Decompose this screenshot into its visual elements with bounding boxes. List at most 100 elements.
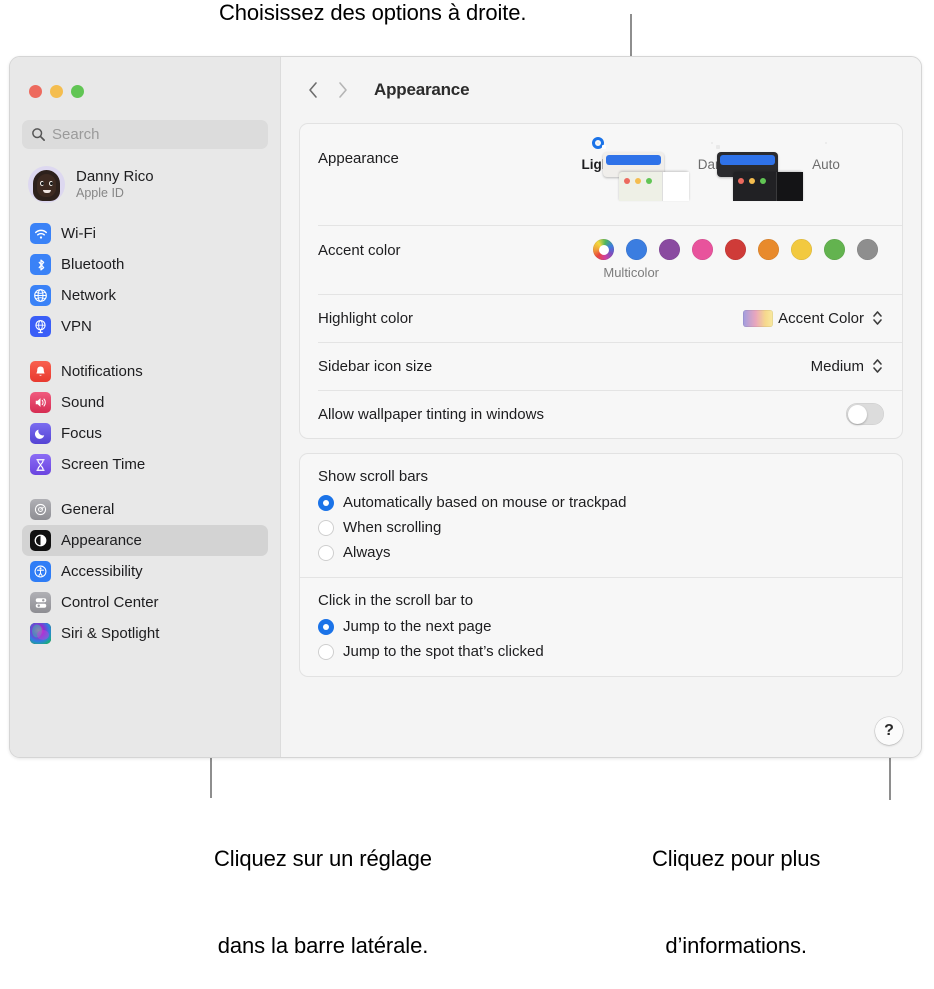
accent-swatch-graphite[interactable] [857,239,878,260]
close-button[interactable] [29,85,42,98]
callout-top-text: Choisissez des options à droite. [219,0,527,25]
accent-color-caption: Multicolor [603,265,659,280]
chevron-updown-icon [870,308,884,328]
show-scroll-bars-section: Show scroll bars Automatically based on … [300,454,902,577]
sidebar-group-network: Wi-Fi Bluetooth Network VPN [10,218,280,342]
sidebar-item-label: General [61,501,115,518]
callout-help-line2: d’informations. [665,933,807,958]
avatar [28,166,65,203]
accessibility-icon [30,561,51,582]
radio-button[interactable] [318,519,334,536]
sidebar-item-screen-time[interactable]: Screen Time [22,449,268,480]
sidebar-item-label: Focus [61,425,102,442]
chevron-right-icon[interactable] [329,77,355,103]
sidebar-item-label: VPN [61,318,92,335]
radio-option-when-scrolling[interactable]: When scrolling [318,515,884,540]
gear-icon [30,499,51,520]
appearance-option-auto[interactable]: Auto [776,136,876,172]
sidebar: Search Danny Rico Apple ID Wi-Fi Bluetoo… [10,57,281,757]
accent-swatch-blue[interactable] [626,239,647,260]
appearance-option-dark[interactable]: Dark [662,136,803,201]
chevron-left-icon[interactable] [300,77,326,103]
appearance-settings-card: Appearance Light Dark Auto Accent color … [299,123,903,439]
sidebar-item-focus[interactable]: Focus [22,418,268,449]
accent-swatch-orange[interactable] [758,239,779,260]
page-title: Appearance [374,80,470,99]
radio-option-spot-clicked[interactable]: Jump to the spot that’s clicked [318,639,884,664]
minimize-button[interactable] [50,85,63,98]
appearance-option-label: Auto [812,157,840,172]
sidebar-item-notifications[interactable]: Notifications [22,356,268,387]
accent-swatch-purple[interactable] [659,239,680,260]
sidebar-item-general[interactable]: General [22,494,268,525]
radio-label: Jump to the spot that’s clicked [343,643,544,660]
accent-swatch-pink[interactable] [692,239,713,260]
search-input[interactable]: Search [22,120,268,149]
sidebar-item-label: Sound [61,394,105,411]
zoom-button[interactable] [71,85,84,98]
wallpaper-tinting-label: Allow wallpaper tinting in windows [318,405,544,423]
account-row[interactable]: Danny Rico Apple ID [22,163,268,206]
callout-help-text: Cliquez pour plus d’informations. [652,786,820,989]
sidebar-item-label: Network [61,287,117,304]
highlight-color-row: Highlight color Accent Color [300,294,902,342]
radio-option-always[interactable]: Always [318,540,884,565]
radio-button[interactable] [318,643,334,660]
show-scroll-bars-title: Show scroll bars [318,468,429,485]
appearance-row: Appearance Light Dark Auto [300,124,902,225]
highlight-color-popup[interactable]: Accent Color [743,308,884,328]
sidebar-item-sound[interactable]: Sound [22,387,268,418]
radio-option-automatic[interactable]: Automatically based on mouse or trackpad [318,490,884,515]
radio-option-next-page[interactable]: Jump to the next page [318,614,884,639]
hourglass-icon [30,454,51,475]
system-settings-window: Search Danny Rico Apple ID Wi-Fi Bluetoo… [9,56,922,758]
radio-button[interactable] [318,618,334,635]
sidebar-item-network[interactable]: Network [22,280,268,311]
sidebar-item-control-center[interactable]: Control Center [22,587,268,618]
appearance-option-light[interactable]: Light [548,136,689,201]
account-subtitle: Apple ID [76,186,124,200]
scroll-bars-card: Show scroll bars Automatically based on … [299,453,903,677]
main-content: Appearance Appearance Light Dark Auto Ac… [281,57,921,757]
sidebar-item-siri-spotlight[interactable]: Siri & Spotlight [22,618,268,649]
sidebar-item-appearance[interactable]: Appearance [22,525,268,556]
toolbar: Appearance [281,57,921,123]
sidebar-item-vpn[interactable]: VPN [22,311,268,342]
account-name: Danny Rico [76,168,154,185]
accent-swatch-red[interactable] [725,239,746,260]
window-controls [29,85,84,98]
accent-swatch-green[interactable] [824,239,845,260]
radio-button[interactable] [318,494,334,511]
sidebar-item-label: Screen Time [61,456,146,473]
vpn-globe-icon [30,316,51,337]
wifi-icon [30,223,51,244]
sidebar-item-bluetooth[interactable]: Bluetooth [22,249,268,280]
scroll-bar-click-section: Click in the scroll bar to Jump to the n… [300,577,902,676]
sidebar-item-accessibility[interactable]: Accessibility [22,556,268,587]
sidebar-item-label: Bluetooth [61,256,125,273]
sidebar-group-system: Notifications Sound Focus Screen Time [10,356,280,480]
callout-sidebar-line2: dans la barre latérale. [217,933,429,958]
highlight-color-label: Highlight color [318,309,414,327]
help-button[interactable]: ? [875,717,903,745]
wallpaper-tinting-toggle[interactable] [846,403,884,425]
sidebar-icon-size-row: Sidebar icon size Medium [300,342,902,390]
wallpaper-tinting-row: Allow wallpaper tinting in windows [300,390,902,438]
speaker-icon [30,392,51,413]
appearance-icon [30,530,51,551]
accent-swatch-yellow[interactable] [791,239,812,260]
accent-gradient-swatch [743,309,774,327]
sidebar-icon-size-label: Sidebar icon size [318,357,433,375]
sidebar-icon-size-popup[interactable]: Medium [811,356,884,376]
sidebar-item-label: Notifications [61,363,143,380]
accent-color-swatches [593,239,878,260]
bell-icon [30,361,51,382]
radio-label: Jump to the next page [343,618,492,635]
siri-icon [30,623,51,644]
appearance-option-group: Light Dark Auto [548,136,876,201]
accent-swatch-multicolor[interactable] [593,239,614,260]
sidebar-item-wifi[interactable]: Wi-Fi [22,218,268,249]
control-center-icon [30,592,51,613]
radio-button[interactable] [318,544,334,561]
sidebar-item-label: Siri & Spotlight [61,625,160,642]
